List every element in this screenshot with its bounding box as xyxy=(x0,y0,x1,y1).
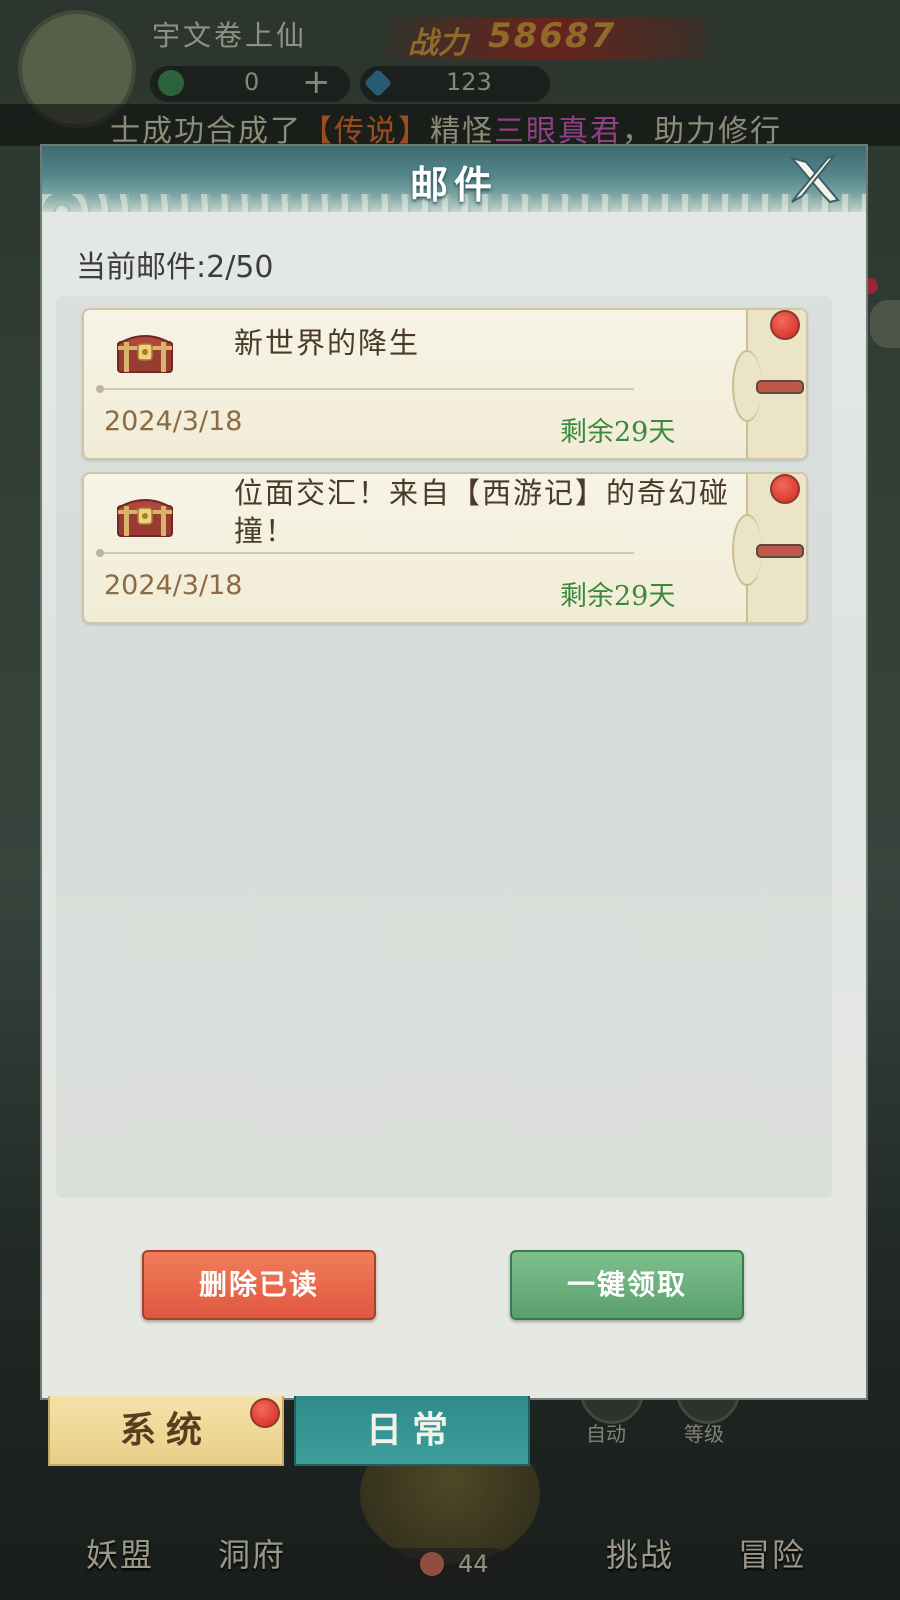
mail-item[interactable]: 新世界的降生 2024/3/18 剩余29天 xyxy=(82,308,808,460)
mail-count-value: 2/50 xyxy=(206,250,274,285)
tab-daily[interactable]: 日常 xyxy=(294,1396,530,1466)
scroll-seal-icon xyxy=(756,544,804,558)
unread-dot xyxy=(770,474,800,504)
mail-date: 2024/3/18 xyxy=(104,570,243,601)
mail-date: 2024/3/18 xyxy=(104,406,243,437)
close-x-icon[interactable] xyxy=(784,150,846,208)
mail-divider xyxy=(96,385,634,393)
mail-dialog: 邮件 当前邮件:2/50 新世界的降生 2024/3/18 剩余29天 位面交汇… xyxy=(40,144,868,1400)
mail-remaining-days: 剩余29天 xyxy=(560,417,676,448)
dialog-header: 邮件 xyxy=(42,146,866,212)
mail-subject: 位面交汇！来自【西游记】的奇幻碰撞！ xyxy=(234,476,731,548)
treasure-chest-icon xyxy=(116,492,174,538)
mail-count: 当前邮件:2/50 xyxy=(76,242,273,286)
mail-divider xyxy=(96,549,634,557)
mail-remaining-days: 剩余29天 xyxy=(560,581,676,612)
mail-count-label: 当前邮件: xyxy=(76,250,207,285)
dialog-title: 邮件 xyxy=(409,162,498,207)
treasure-chest-icon xyxy=(116,328,174,374)
tab-system[interactable]: 系统 xyxy=(48,1396,284,1466)
delete-read-button[interactable]: 删除已读 xyxy=(142,1250,376,1320)
mail-list[interactable]: 新世界的降生 2024/3/18 剩余29天 位面交汇！来自【西游记】的奇幻碰撞… xyxy=(56,296,832,1198)
mail-subject: 新世界的降生 xyxy=(234,326,421,360)
scroll-seal-icon xyxy=(756,380,804,394)
claim-all-button[interactable]: 一键领取 xyxy=(510,1250,744,1320)
unread-dot xyxy=(770,310,800,340)
tab-system-notification-dot xyxy=(250,1398,280,1428)
mail-item[interactable]: 位面交汇！来自【西游记】的奇幻碰撞！ 2024/3/18 剩余29天 xyxy=(82,472,808,624)
